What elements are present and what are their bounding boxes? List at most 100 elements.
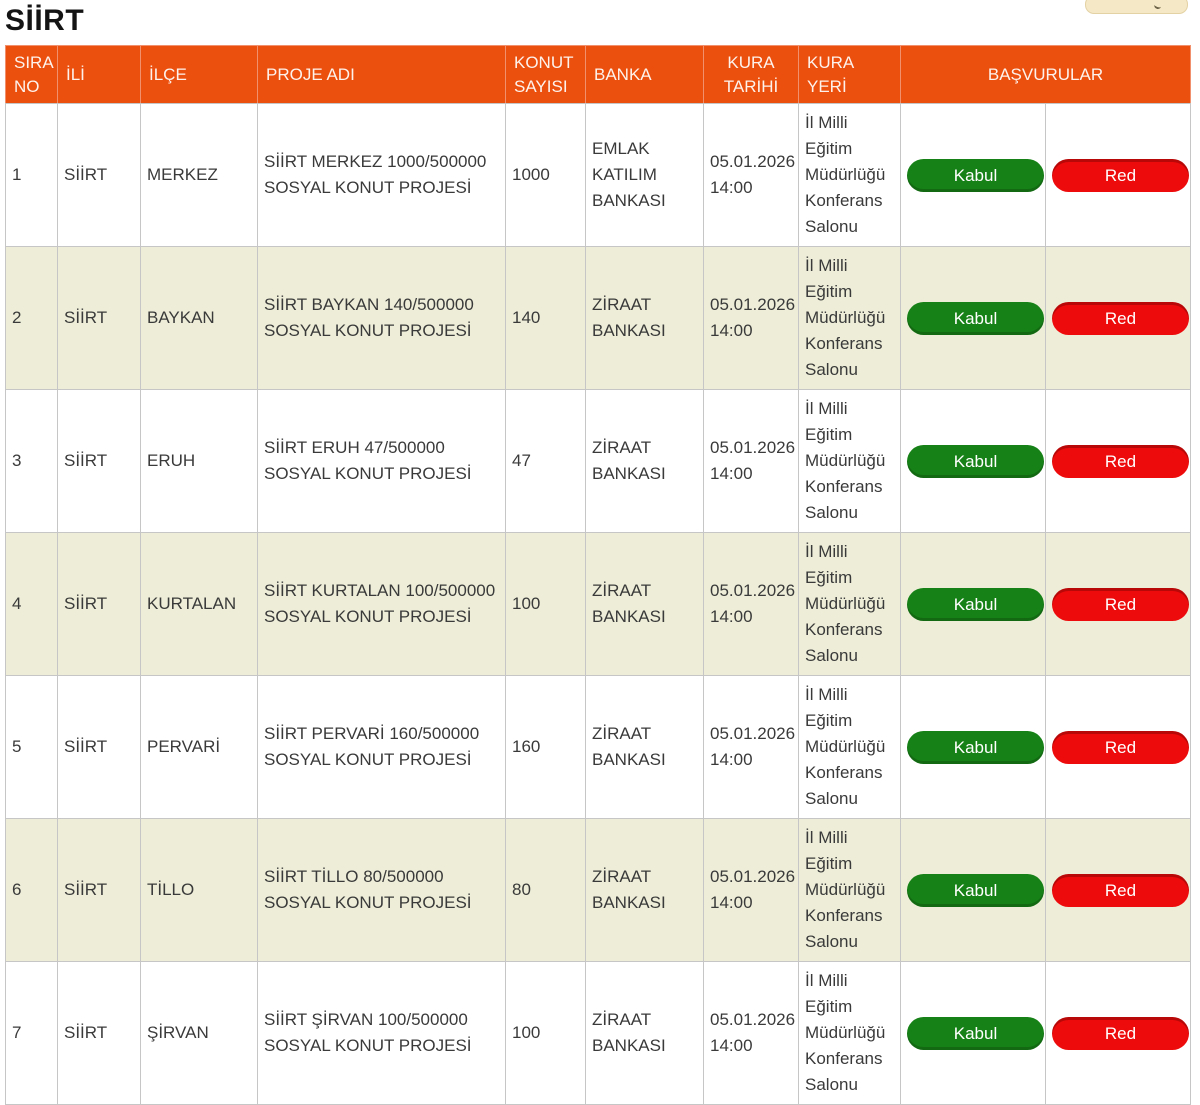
red-button[interactable]: Red	[1052, 1016, 1189, 1050]
kura-tarihi-line: 14:00	[710, 321, 753, 340]
cell-basvuru-kabul: Kabul	[900, 532, 1046, 676]
kura-tarihi-line: 14:00	[710, 750, 753, 769]
cell-banka: ZİRAAT BANKASI	[585, 961, 704, 1105]
table-row: 1 SİİRT MERKEZ SİİRT MERKEZ 1000/500000 SOS…	[5, 103, 1192, 247]
cell-ilce: ERUH	[140, 389, 258, 533]
kura-tarihi-line: 14:00	[710, 464, 753, 483]
cell-konut-sayisi: 47	[505, 389, 586, 533]
header-kura-tarihi: KURA TARİHİ	[703, 45, 799, 104]
cell-ili: SİİRT	[57, 675, 141, 819]
cell-banka: ZİRAAT BANKASI	[585, 246, 704, 390]
cell-banka: ZİRAAT BANKASI	[585, 675, 704, 819]
cell-proje-adi: SİİRT TİLLO 80/500000 SOSYAL KONUT PROJE…	[257, 818, 506, 962]
cell-basvuru-red: Red	[1044, 675, 1192, 819]
kura-tarihi-line: 05.01.2026	[710, 867, 796, 886]
cell-kura-yeri: İl Milli Eğitim Müdürlüğü Konferans Salo…	[798, 532, 901, 676]
top-right-partial-button[interactable]	[1085, 0, 1188, 14]
kura-tarihi-line: 14:00	[710, 1036, 753, 1055]
cell-kura-tarihi: 05.01.2026 14:00	[703, 389, 799, 533]
cell-basvuru-red: Red	[1044, 961, 1192, 1105]
cell-sira-no: 1	[5, 103, 58, 247]
kabul-button[interactable]: Kabul	[907, 730, 1044, 764]
cell-ilce: MERKEZ	[140, 103, 258, 247]
page-title: SİİRT	[5, 4, 85, 37]
cell-banka: ZİRAAT BANKASI	[585, 532, 704, 676]
kura-tarihi-line: 14:00	[710, 178, 753, 197]
cell-kura-tarihi: 05.01.2026 14:00	[703, 961, 799, 1105]
table-header-row: SIRA NO İLİ İLÇE PROJE ADI KONUT SAYISI …	[5, 45, 1192, 104]
cell-basvuru-red: Red	[1044, 389, 1192, 533]
cell-konut-sayisi: 160	[505, 675, 586, 819]
cell-kura-tarihi: 05.01.2026 14:00	[703, 246, 799, 390]
cell-basvuru-kabul: Kabul	[900, 246, 1046, 390]
cell-ili: SİİRT	[57, 818, 141, 962]
cell-basvuru-kabul: Kabul	[900, 818, 1046, 962]
table-row: 5 SİİRT PERVARİ SİİRT PERVARİ 160/500000 SO…	[5, 675, 1192, 819]
header-kura-yeri: KURA YERİ	[798, 45, 901, 104]
cell-kura-tarihi: 05.01.2026 14:00	[703, 675, 799, 819]
cell-proje-adi: SİİRT PERVARİ 160/500000 SOSYAL KONUT PR…	[257, 675, 506, 819]
kabul-button[interactable]: Kabul	[907, 1016, 1044, 1050]
cell-banka: ZİRAAT BANKASI	[585, 389, 704, 533]
cell-ilce: BAYKAN	[140, 246, 258, 390]
cell-ili: SİİRT	[57, 389, 141, 533]
cell-sira-no: 6	[5, 818, 58, 962]
table-row: 7 SİİRT ŞİRVAN SİİRT ŞİRVAN 100/500000 SOSY…	[5, 961, 1192, 1105]
red-button[interactable]: Red	[1052, 158, 1189, 192]
kabul-button[interactable]: Kabul	[907, 158, 1044, 192]
red-button[interactable]: Red	[1052, 730, 1189, 764]
cell-kura-yeri: İl Milli Eğitim Müdürlüğü Konferans Salo…	[798, 103, 901, 247]
cell-konut-sayisi: 140	[505, 246, 586, 390]
kura-tarihi-line: 05.01.2026	[710, 438, 796, 457]
cell-proje-adi: SİİRT BAYKAN 140/500000 SOSYAL KONUT PRO…	[257, 246, 506, 390]
header-banka: BANKA	[585, 45, 704, 104]
partial-button-glyph-icon	[1153, 3, 1162, 10]
cell-kura-yeri: İl Milli Eğitim Müdürlüğü Konferans Salo…	[798, 675, 901, 819]
cell-ilce: TİLLO	[140, 818, 258, 962]
red-button[interactable]: Red	[1052, 873, 1189, 907]
cell-kura-tarihi: 05.01.2026 14:00	[703, 818, 799, 962]
kura-tarihi-line: 05.01.2026	[710, 581, 796, 600]
cell-proje-adi: SİİRT ŞİRVAN 100/500000 SOSYAL KONUT PRO…	[257, 961, 506, 1105]
table-body: 1 SİİRT MERKEZ SİİRT MERKEZ 1000/500000 SOS…	[5, 103, 1192, 1105]
header-sira-no: SIRA NO	[5, 45, 58, 104]
cell-sira-no: 3	[5, 389, 58, 533]
cell-kura-tarihi: 05.01.2026 14:00	[703, 103, 799, 247]
cell-konut-sayisi: 1000	[505, 103, 586, 247]
red-button[interactable]: Red	[1052, 301, 1189, 335]
table-row: 4 SİİRT KURTALAN SİİRT KURTALAN 100/500000 …	[5, 532, 1192, 676]
cell-kura-yeri: İl Milli Eğitim Müdürlüğü Konferans Salo…	[798, 246, 901, 390]
kura-tarihi-line: 14:00	[710, 607, 753, 626]
cell-basvuru-kabul: Kabul	[900, 389, 1046, 533]
kura-tarihi-line: 05.01.2026	[710, 1010, 796, 1029]
cell-banka: ZİRAAT BANKASI	[585, 818, 704, 962]
kura-tarihi-line: 05.01.2026	[710, 152, 796, 171]
housing-projects-table: SIRA NO İLİ İLÇE PROJE ADI KONUT SAYISI …	[5, 45, 1192, 1105]
header-ili: İLİ	[57, 45, 141, 104]
kabul-button[interactable]: Kabul	[907, 444, 1044, 478]
cell-basvuru-kabul: Kabul	[900, 103, 1046, 247]
kabul-button[interactable]: Kabul	[907, 873, 1044, 907]
cell-banka: EMLAK KATILIM BANKASI	[585, 103, 704, 247]
red-button[interactable]: Red	[1052, 444, 1189, 478]
table-row: 6 SİİRT TİLLO SİİRT TİLLO 80/500000 SOSYAL …	[5, 818, 1192, 962]
cell-sira-no: 4	[5, 532, 58, 676]
kura-tarihi-line: 05.01.2026	[710, 295, 796, 314]
cell-basvuru-red: Red	[1044, 103, 1192, 247]
header-konut-sayisi: KONUT SAYISI	[505, 45, 586, 104]
cell-basvuru-kabul: Kabul	[900, 961, 1046, 1105]
kura-tarihi-line: 05.01.2026	[710, 724, 796, 743]
red-button[interactable]: Red	[1052, 587, 1189, 621]
cell-konut-sayisi: 100	[505, 961, 586, 1105]
cell-ili: SİİRT	[57, 103, 141, 247]
cell-kura-yeri: İl Milli Eğitim Müdürlüğü Konferans Salo…	[798, 961, 901, 1105]
cell-ilce: ŞİRVAN	[140, 961, 258, 1105]
cell-ili: SİİRT	[57, 961, 141, 1105]
kabul-button[interactable]: Kabul	[907, 301, 1044, 335]
cell-basvuru-kabul: Kabul	[900, 675, 1046, 819]
cell-ili: SİİRT	[57, 246, 141, 390]
cell-ilce: KURTALAN	[140, 532, 258, 676]
kabul-button[interactable]: Kabul	[907, 587, 1044, 621]
cell-kura-tarihi: 05.01.2026 14:00	[703, 532, 799, 676]
cell-basvuru-red: Red	[1044, 818, 1192, 962]
